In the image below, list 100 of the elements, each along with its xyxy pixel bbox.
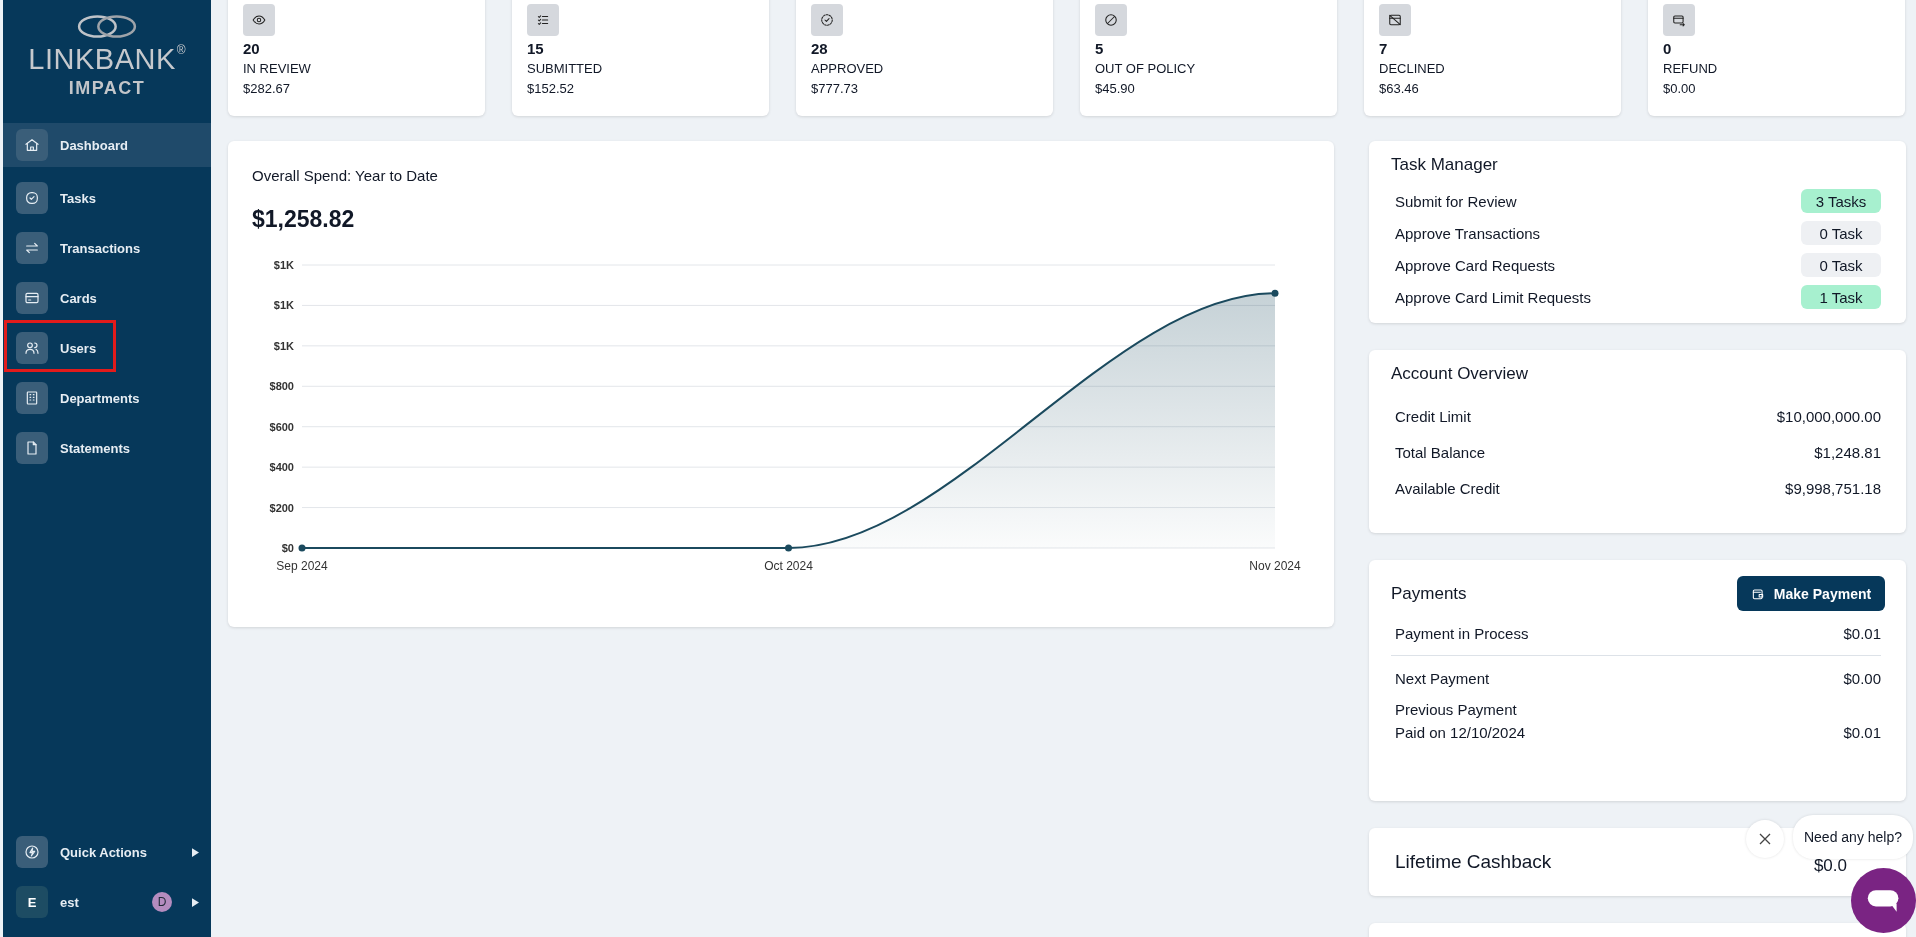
card-title: Account Overview (1391, 364, 1529, 384)
total-amount: $1,258.82 (252, 206, 356, 233)
row-value: $1,248.81 (1814, 443, 1881, 461)
data-point (785, 544, 792, 552)
task-link[interactable]: Approve Card Requests (1395, 256, 1556, 274)
amount-text: $63.46 (1379, 81, 1419, 96)
status-label: OUT OF POLICY (1095, 61, 1196, 76)
status-label: APPROVED (811, 61, 884, 76)
nav-item[interactable]: Departments (3, 373, 211, 423)
checklist-icon (527, 4, 559, 36)
row-value: $0.01 (1843, 625, 1881, 642)
document-icon (16, 432, 48, 464)
wallet-icon (1750, 586, 1765, 601)
row-label: Total Balance (1395, 443, 1486, 461)
task-link[interactable]: Approve Card Limit Requests (1395, 288, 1591, 306)
row-value: $0.01 (1843, 724, 1881, 741)
row-value: $9,998,751.18 (1785, 479, 1881, 497)
row-label: Available Credit (1395, 479, 1500, 497)
status-label: REFUND (1663, 61, 1718, 76)
count-text: 28 (811, 40, 828, 57)
logo-rings-icon (76, 14, 138, 39)
amount-text: $45.90 (1095, 81, 1135, 96)
row-label: Previous Payment (1395, 701, 1518, 718)
task-count-pill: 1 Task (1801, 285, 1881, 309)
caret-icon (192, 847, 199, 857)
axis-label: $0 (281, 542, 294, 554)
nav-item[interactable]: Users (3, 323, 211, 373)
row-value: $0.00 (1843, 670, 1881, 687)
help-message: Need any help? (1793, 815, 1913, 859)
check-badge-icon (811, 4, 843, 36)
task-link[interactable]: Approve Transactions (1395, 224, 1541, 242)
data-point (298, 544, 306, 552)
row-label: Next Payment (1395, 670, 1490, 687)
row-value: $10,000,000.00 (1776, 407, 1881, 425)
quick-actions-item[interactable]: Quick Actions (3, 827, 211, 877)
nav-item[interactable]: Dashboard (3, 123, 211, 167)
brand-subtitle: IMPACT (68, 78, 146, 99)
eye-icon (243, 4, 275, 36)
card-title: Overall Spend: Year to Date (252, 167, 439, 184)
axis-label: $1K (273, 299, 294, 312)
row-label: Credit Limit (1395, 407, 1471, 425)
caret-icon (192, 897, 199, 907)
card-off-icon (1379, 4, 1411, 36)
task-link[interactable]: Submit for Review (1395, 192, 1517, 210)
arrows-icon (16, 232, 48, 264)
row-label: Paid on 12/10/2024 (1395, 724, 1526, 741)
users-icon (16, 332, 48, 364)
status-card[interactable]: 20 IN REVIEW $282.67 (228, 0, 485, 116)
task-count-pill: 0 Task (1801, 221, 1881, 245)
axis-label: $400 (269, 461, 294, 474)
nav-item[interactable]: Cards (3, 273, 211, 323)
status-card[interactable]: 5 OUT OF POLICY $45.90 (1080, 0, 1337, 116)
axis-label: $800 (269, 380, 294, 393)
lightning-icon (16, 836, 48, 868)
status-label: DECLINED (1379, 61, 1445, 76)
make-payment-button[interactable]: Make Payment (1737, 576, 1885, 611)
axis-label: $1K (273, 259, 294, 271)
axis-label: $200 (269, 501, 294, 514)
amount-text: $0.00 (1663, 81, 1696, 96)
card-title: Task Manager (1391, 155, 1499, 175)
task-count-pill: 0 Task (1801, 253, 1881, 277)
card-title: Lifetime Cashback (1395, 851, 1552, 873)
axis-label: $600 (269, 420, 294, 433)
card-icon (16, 282, 48, 314)
row-label: Payment in Process (1395, 625, 1529, 642)
registered-mark: ® (176, 43, 186, 57)
user-name: est (60, 894, 80, 910)
row-value: $0.0 (1813, 856, 1847, 876)
user-avatar: D (152, 892, 172, 912)
card-title: Payments (1391, 583, 1467, 604)
count-text: 5 (1095, 40, 1104, 57)
building-icon (16, 382, 48, 414)
status-card[interactable]: 28 APPROVED $777.73 (796, 0, 1053, 116)
count-text: 7 (1379, 40, 1388, 57)
nav-item[interactable]: Transactions (3, 223, 211, 273)
status-card[interactable]: 15 SUBMITTED $152.52 (512, 0, 769, 116)
axis-label: Oct 2024 (764, 559, 813, 573)
status-label: IN REVIEW (243, 61, 311, 76)
count-text: 20 (243, 40, 260, 57)
nav-item[interactable]: Tasks (3, 173, 211, 223)
status-card[interactable]: 0 REFUND $0.00 (1648, 0, 1905, 116)
home-icon (16, 129, 48, 161)
card-refund-icon (1663, 4, 1695, 36)
count-text: 15 (527, 40, 544, 57)
count-text: 0 (1663, 40, 1672, 57)
brand-wordmark: LINKBANK (28, 43, 176, 75)
axis-label: Sep 2024 (276, 559, 328, 573)
task-count-pill: 3 Tasks (1801, 189, 1881, 213)
close-icon[interactable] (1759, 833, 1771, 845)
data-point (1271, 289, 1279, 297)
amount-text: $777.73 (811, 81, 858, 96)
status-card[interactable]: 7 DECLINED $63.46 (1364, 0, 1621, 116)
status-label: SUBMITTED (527, 61, 603, 76)
user-initial: E (16, 886, 48, 918)
axis-label: $1K (273, 339, 294, 352)
amount-text: $282.67 (243, 81, 290, 96)
axis-label: Nov 2024 (1249, 559, 1301, 573)
nav-item[interactable]: Statements (3, 423, 211, 473)
no-entry-icon (1095, 4, 1127, 36)
user-menu-item[interactable]: E est D (3, 877, 211, 927)
